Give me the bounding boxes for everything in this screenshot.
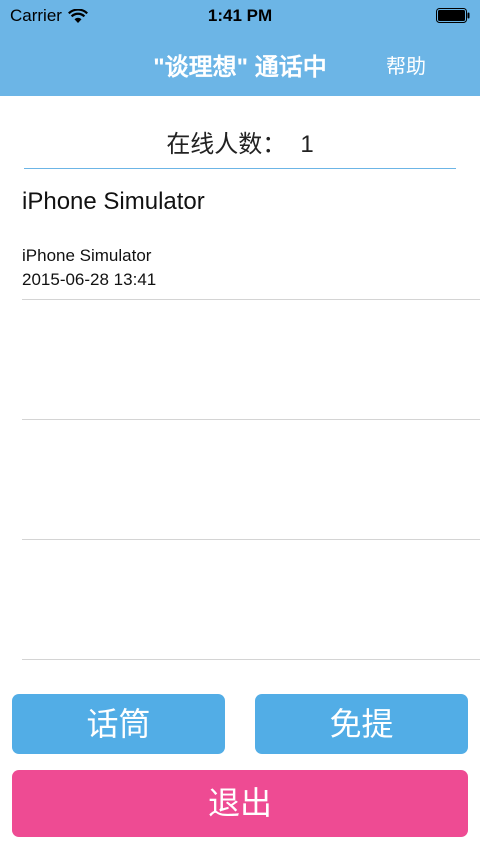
list-item[interactable] (22, 420, 480, 540)
online-count-value: 1 (300, 131, 314, 158)
top-bar: Carrier 1:41 PM "谈理想" 通话中 帮助 (0, 0, 480, 96)
battery-icon (436, 8, 470, 23)
microphone-button[interactable]: 话筒 (12, 694, 225, 754)
navigation-bar: "谈理想" 通话中 帮助 (0, 32, 480, 96)
exit-button[interactable]: 退出 (12, 770, 468, 837)
list-item[interactable] (22, 300, 480, 420)
online-count-label: 在线人数： (166, 131, 287, 158)
current-user-name: iPhone Simulator (22, 188, 205, 215)
page-title: "谈理想" 通话中 (153, 54, 327, 81)
status-bar: Carrier 1:41 PM (0, 0, 480, 32)
speaker-button[interactable]: 免提 (255, 694, 468, 754)
status-time: 1:41 PM (207, 6, 273, 25)
participant-name: iPhone Simulator (22, 246, 152, 265)
list-item[interactable] (22, 540, 480, 660)
online-count: 在线人数： 1 (24, 124, 456, 169)
participant-list: iPhone Simulator 2015-06-28 13:41 (22, 236, 480, 660)
list-item[interactable]: iPhone Simulator 2015-06-28 13:41 (22, 236, 480, 300)
help-button[interactable]: 帮助 (386, 50, 426, 79)
call-screen: Carrier 1:41 PM "谈理想" 通话中 帮助 在线人数： 1 iPho… (0, 0, 480, 852)
participant-time: 2015-06-28 13:41 (22, 270, 157, 289)
